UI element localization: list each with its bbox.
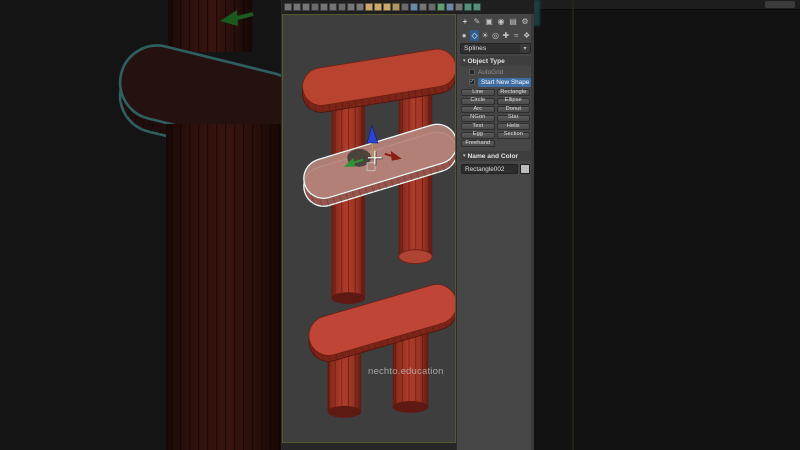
percent-snap-toggle-icon[interactable] [383,3,391,11]
category-systems-icon[interactable]: ❖ [523,30,531,41]
render-setup-icon[interactable] [464,3,472,11]
button-rectangle[interactable]: Rectangle [496,89,530,96]
spline-type-value: Splines [464,45,487,52]
background-right-blur [533,0,800,450]
material-editor-icon[interactable] [455,3,463,11]
object-type-rollout-header[interactable]: ▾ Object Type [460,56,531,66]
button-line[interactable]: Line [461,89,495,96]
background-left-scene [118,0,281,450]
object-color-swatch[interactable] [520,164,530,174]
tab-create-icon[interactable]: + [460,16,470,27]
leg-bottom-cap [398,249,433,265]
start-new-shape-row: ✓ Start New Shape [457,77,534,87]
collapse-triangle-icon: ▾ [463,153,466,159]
category-space-warps-icon[interactable]: ≈ [512,30,520,41]
tab-modify-icon[interactable]: ✎ [472,16,482,27]
category-helpers-icon[interactable]: ✚ [502,30,510,41]
main-toolbar [282,0,534,14]
button-ngon[interactable]: NGon [461,114,495,122]
background-right-teal-blur [533,0,540,26]
mirror-icon[interactable] [410,3,418,11]
window-crossing-icon[interactable] [347,3,355,11]
select-and-move-icon[interactable] [356,3,364,11]
background-right-divider [572,0,574,450]
viewport-canvas[interactable] [282,14,456,443]
rectangular-selection-region-icon[interactable] [338,3,346,11]
collapse-triangle-icon: ▾ [463,58,466,64]
select-object-icon[interactable] [320,3,328,11]
toggle-scene-explorer-icon[interactable] [428,3,436,11]
create-categories: ● ◇ ☀ ◎ ✚ ≈ ❖ [457,28,534,42]
leg-bottom-cap [327,405,362,418]
autogrid-row: AutoGrid [457,67,534,77]
unlink-selection-icon[interactable] [293,3,301,11]
selected-slab[interactable] [299,119,456,211]
spinner-snap-toggle-icon[interactable] [392,3,400,11]
button-donut[interactable]: Donut [496,106,530,113]
category-cameras-icon[interactable]: ◎ [491,30,499,41]
name-and-color-rollout-header[interactable]: ▾ Name and Color [460,151,531,161]
button-star[interactable]: Star [496,114,530,122]
align-icon[interactable] [419,3,427,11]
tab-hierarchy-icon[interactable]: ▣ [484,16,494,27]
leg-bottom-cap [392,400,429,413]
category-shapes-icon[interactable]: ◇ [470,29,479,41]
button-helix[interactable]: Helix [496,123,530,130]
lower-table-top[interactable] [304,280,456,366]
leg-bottom-cap [331,292,366,305]
category-lights-icon[interactable]: ☀ [481,30,489,41]
panel-scrollbar[interactable] [531,14,534,450]
start-new-shape-checkbox[interactable]: ✓ [469,79,475,85]
button-egg[interactable]: Egg [461,131,495,139]
category-geometry-icon[interactable]: ● [460,30,468,41]
selection-filter-icon[interactable] [311,3,319,11]
viewport-bottom-band [282,443,456,450]
angle-snap-toggle-icon[interactable] [374,3,382,11]
snaps-toggle-icon[interactable] [365,3,373,11]
button-ellipse[interactable]: Ellipse [496,97,530,105]
chevron-down-icon[interactable]: ▾ [520,44,530,53]
max-window: nechto.education + ✎ ▣ ◉ ▤ ⚙ ● ◇ ☀ ◎ ✚ ≈ ❖ Splines … [281,0,534,450]
screenshot-stage: nechto.education + ✎ ▣ ◉ ▤ ⚙ ● ◇ ☀ ◎ ✚ ≈ ❖ Splines … [0,0,800,450]
shape-buttons-grid: Line Rectangle Circle Ellipse Arc Donut NGon St… [457,87,534,149]
tab-utilities-icon[interactable]: ⚙ [520,16,530,27]
upper-table-top[interactable] [300,46,456,115]
bg-cylinder-top [168,0,252,52]
button-circle[interactable]: Circle [461,97,495,105]
name-and-color-rollout-title: Name and Color [467,152,519,160]
tab-motion-icon[interactable]: ◉ [496,16,506,27]
autogrid-checkbox[interactable] [469,69,475,75]
command-panel: + ✎ ▣ ◉ ▤ ⚙ ● ◇ ☀ ◎ ✚ ≈ ❖ Splines ▾ ▾ Object Type A… [456,14,534,450]
bind-to-space-warp-icon[interactable] [302,3,310,11]
autogrid-label: AutoGrid [478,68,504,76]
object-name-field[interactable]: Rectangle002 [461,164,518,174]
background-left-blur [0,0,281,450]
tab-display-icon[interactable]: ▤ [508,16,518,27]
button-freehand[interactable]: Freehand [461,140,495,147]
object-type-rollout-title: Object Type [467,57,505,65]
select-by-name-icon[interactable] [329,3,337,11]
schematic-view-icon[interactable] [446,3,454,11]
edit-named-selection-sets-icon[interactable] [401,3,409,11]
background-right-button-blur [765,1,795,8]
render-production-icon[interactable] [473,3,481,11]
button-section[interactable]: Section [496,131,530,139]
bg-cylinder-bottom [166,124,281,450]
gizmo-z-arrow-icon[interactable] [366,124,379,144]
command-panel-tabs: + ✎ ▣ ◉ ▤ ⚙ [457,14,534,28]
name-and-color-row: Rectangle002 [457,162,534,176]
curve-editor-icon[interactable] [437,3,445,11]
spline-type-dropdown[interactable]: Splines ▾ [460,43,531,54]
watermark: nechto.education [368,366,444,377]
start-new-shape-label: Start New Shape [478,77,533,87]
button-text[interactable]: Text [461,123,495,130]
button-arc[interactable]: Arc [461,106,495,113]
select-and-link-icon[interactable] [284,3,292,11]
